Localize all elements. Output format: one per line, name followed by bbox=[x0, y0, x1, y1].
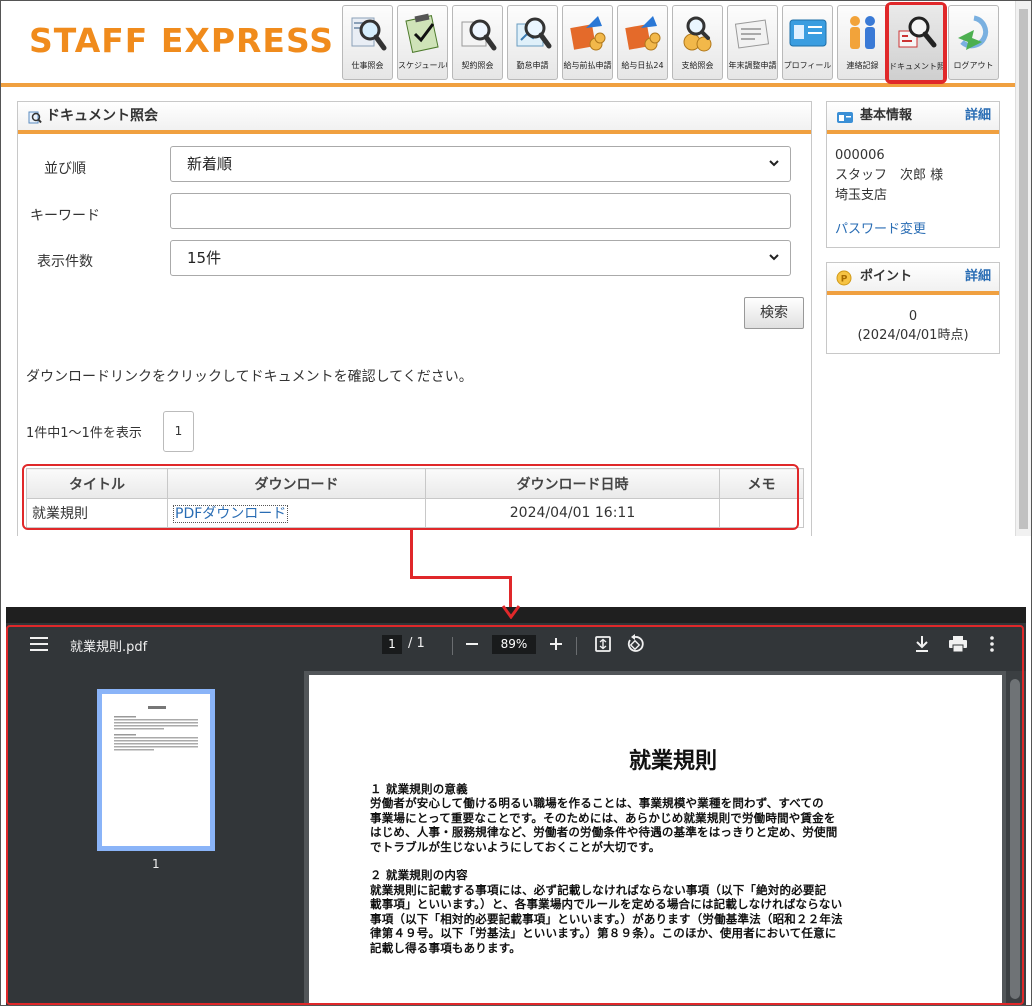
points-value: 0 bbox=[908, 309, 918, 324]
nav-profile[interactable]: プロフィール bbox=[782, 5, 833, 80]
document-search-icon bbox=[28, 111, 42, 124]
points-as-of: (2024/04/01時点) bbox=[857, 328, 969, 343]
panel-header: ドキュメント照会 bbox=[18, 102, 811, 134]
panel-title: 基本情報 bbox=[860, 108, 913, 123]
nav-label: 年末調整申請 bbox=[728, 61, 777, 70]
annotation-arrow-line bbox=[410, 576, 511, 579]
id-card-icon bbox=[837, 112, 853, 123]
nav-advance-payment[interactable]: 給与前払申請 bbox=[562, 5, 613, 80]
nav-attendance-request[interactable]: 勤怠申請 bbox=[507, 5, 558, 80]
basic-info-detail-link[interactable]: 詳細 bbox=[965, 102, 991, 130]
clipboard-schedule-icon bbox=[405, 13, 439, 53]
staff-id: 000006 bbox=[835, 148, 885, 163]
pdf-viewer: 就業規則.pdf 1 / 1 89% 1 就業規則 １ 就業規則の意義 労働者が… bbox=[6, 607, 1026, 1005]
points-panel: P ポイント 詳細 0 (2024/04/01時点) bbox=[826, 262, 1000, 354]
nav-job-inquiry[interactable]: 仕事照会 bbox=[342, 5, 393, 80]
nav-logout[interactable]: ログアウト bbox=[948, 5, 999, 80]
points-detail-link[interactable]: 詳細 bbox=[965, 263, 991, 291]
site-header: STAFF EXPRESS 仕事照会 スケジュール 契約照会 勤怠申請 給与前払… bbox=[1, 1, 1015, 87]
daily-payment-icon bbox=[625, 16, 661, 51]
highlight-document-table bbox=[22, 464, 799, 530]
staff-branch: 埼玉支店 bbox=[835, 188, 888, 203]
per-page-label: 表示件数 bbox=[37, 254, 93, 270]
search-button[interactable]: 検索 bbox=[744, 297, 804, 329]
per-page-select[interactable]: 15件 bbox=[170, 240, 791, 276]
magnifier-document-icon bbox=[351, 17, 387, 51]
chevron-down-icon bbox=[769, 254, 779, 261]
nav-payment-inquiry[interactable]: 支給照会 bbox=[672, 5, 723, 80]
nav-label: 勤怠申請 bbox=[516, 61, 549, 70]
pagination-page-1[interactable]: 1 bbox=[163, 411, 194, 452]
panel-title: ドキュメント照会 bbox=[46, 108, 158, 124]
points-coin-icon: P bbox=[836, 270, 852, 286]
page-scrollbar-thumb[interactable] bbox=[1019, 9, 1028, 529]
year-end-form-icon bbox=[734, 19, 770, 49]
keyword-label: キーワード bbox=[30, 208, 100, 224]
svg-text:P: P bbox=[841, 275, 848, 285]
highlight-nav-document bbox=[885, 2, 947, 84]
staff-name: スタッフ 次郎 様 bbox=[835, 168, 944, 183]
page-scrollbar[interactable] bbox=[1015, 1, 1031, 536]
panel-header: 基本情報 詳細 bbox=[827, 102, 999, 134]
nav-schedule-request[interactable]: スケジュール申請 bbox=[397, 5, 448, 80]
id-card-icon bbox=[789, 19, 827, 47]
highlight-pdf-viewer bbox=[6, 625, 1024, 1005]
nav-label: スケジュール申請 bbox=[398, 61, 447, 70]
magnifier-timesheet-icon bbox=[516, 17, 552, 49]
panel-title: ポイント bbox=[860, 269, 913, 284]
nav-label: 支給照会 bbox=[681, 61, 714, 70]
staff-express-page: STAFF EXPRESS 仕事照会 スケジュール 契約照会 勤怠申請 給与前払… bbox=[1, 1, 1031, 536]
coins-magnifier-icon bbox=[683, 16, 712, 52]
nav-label: 給与日払24 bbox=[621, 61, 664, 70]
password-change-link[interactable]: パスワード変更 bbox=[835, 220, 943, 240]
nav-label: 給与前払申請 bbox=[563, 61, 612, 70]
chevron-down-icon bbox=[769, 160, 779, 167]
annotation-arrow-head-icon bbox=[502, 605, 520, 619]
panel-header: P ポイント 詳細 bbox=[827, 263, 999, 295]
keyword-input[interactable] bbox=[170, 193, 791, 229]
magnifier-contract-icon bbox=[461, 19, 497, 51]
annotation-arrow-line bbox=[509, 576, 512, 608]
sort-select[interactable]: 新着順 bbox=[170, 146, 791, 182]
sort-select-value: 新着順 bbox=[187, 155, 233, 173]
per-page-select-value: 15件 bbox=[187, 249, 222, 267]
nav-label: 仕事照会 bbox=[351, 61, 384, 70]
sort-label: 並び順 bbox=[44, 161, 86, 177]
nav-contact-record[interactable]: 連絡記録 bbox=[837, 5, 888, 80]
result-count: 1件中1～1件を表示 bbox=[26, 426, 142, 441]
nav-contract-inquiry[interactable]: 契約照会 bbox=[452, 5, 503, 80]
logout-arrow-icon bbox=[958, 15, 989, 50]
nav-label: ログアウト bbox=[953, 61, 994, 70]
annotation-arrow-line bbox=[410, 530, 413, 578]
nav-label: 連絡記録 bbox=[846, 61, 879, 70]
instruction-text: ダウンロードリンクをクリックしてドキュメントを確認してください。 bbox=[26, 369, 473, 385]
nav-year-end-adjustment[interactable]: 年末調整申請 bbox=[727, 5, 778, 80]
nav-daily-payment[interactable]: 給与日払24 bbox=[617, 5, 668, 80]
basic-info-body: 000006 スタッフ 次郎 様 埼玉支店 パスワード変更 bbox=[835, 146, 943, 240]
people-icon bbox=[850, 16, 875, 49]
basic-info-panel: 基本情報 詳細 000006 スタッフ 次郎 様 埼玉支店 パスワード変更 bbox=[826, 101, 1000, 248]
advance-payment-icon bbox=[570, 16, 606, 51]
screenshot-root: STAFF EXPRESS 仕事照会 スケジュール 契約照会 勤怠申請 給与前払… bbox=[0, 0, 1032, 1006]
nav-label: プロフィール bbox=[783, 61, 832, 70]
nav-label: 契約照会 bbox=[461, 61, 494, 70]
site-logo: STAFF EXPRESS bbox=[29, 21, 335, 60]
